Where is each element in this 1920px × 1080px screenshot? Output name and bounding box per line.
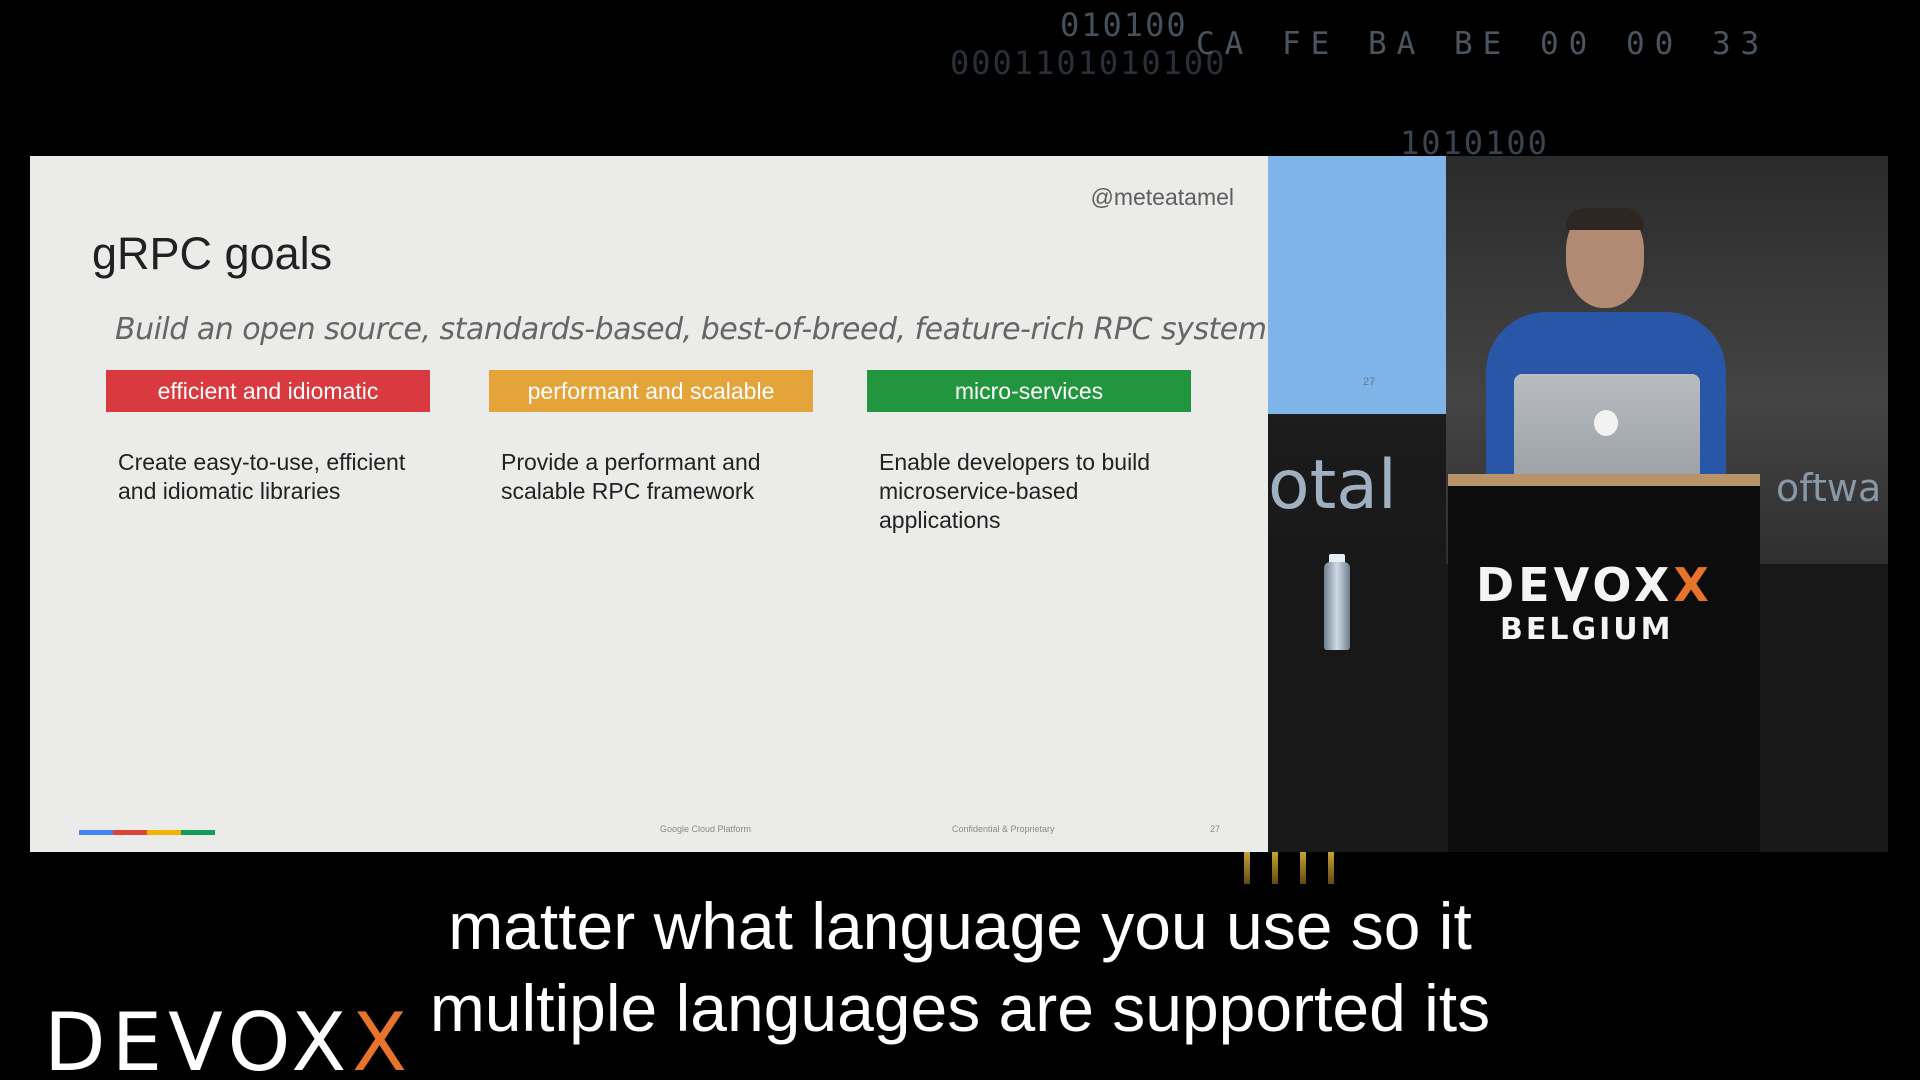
goal-label-microservices: micro-services bbox=[867, 370, 1191, 412]
laptop bbox=[1514, 374, 1700, 474]
slide-twitter-handle: @meteatamel bbox=[1090, 184, 1234, 210]
podium-devoxx-logo: DEVOXX bbox=[1476, 558, 1732, 612]
podium: DEVOXX BELGIUM bbox=[1448, 474, 1760, 852]
slide-footer-confidential: Confidential & Proprietary bbox=[952, 824, 1055, 834]
speaker-camera-view: 27 otal oftwa DEVOXX BELGIUM bbox=[1268, 156, 1888, 852]
slide-title: gRPC goals bbox=[92, 228, 333, 279]
background-code-line: 010100 bbox=[1060, 6, 1188, 44]
podium-logo-accent: X bbox=[1673, 558, 1713, 612]
goal-description-efficient: Create easy-to-use, efficient and idioma… bbox=[118, 449, 406, 504]
backdrop-sponsor-text: otal bbox=[1268, 446, 1397, 525]
light-bar bbox=[1300, 852, 1306, 884]
watermark-text: DEVOX bbox=[44, 996, 353, 1080]
podium-logo-text: DEVOX bbox=[1476, 558, 1674, 612]
watermark-accent: X bbox=[352, 996, 413, 1080]
background-code-line: 0001101010100 bbox=[950, 44, 1227, 82]
water-bottle bbox=[1324, 562, 1350, 650]
projection-page-number: 27 bbox=[1363, 376, 1376, 388]
slide-footer-brand: Google Cloud Platform bbox=[660, 824, 752, 834]
caption-line-1: matter what language you use so it bbox=[448, 889, 1472, 963]
color-bar-segment bbox=[181, 830, 215, 835]
light-bar bbox=[1244, 852, 1250, 884]
backdrop-sponsor-text: oftwa bbox=[1776, 466, 1882, 510]
slide-subtitle: Build an open source, standards-based, b… bbox=[115, 312, 1267, 347]
goal-description-performant: Provide a performant and scalable RPC fr… bbox=[501, 449, 761, 504]
goal-description-microservices: Enable developers to build microservice-… bbox=[879, 449, 1151, 533]
devoxx-watermark-logo: DEVOXX bbox=[44, 996, 413, 1080]
color-bar-segment bbox=[79, 830, 113, 835]
color-bar-segment bbox=[113, 830, 147, 835]
background-code-line: CA FE BA BE 00 00 33 bbox=[1196, 26, 1770, 62]
presentation-slide: @meteatamel gRPC goals Build an open sou… bbox=[30, 156, 1268, 852]
goal-label-efficient: efficient and idiomatic bbox=[106, 370, 430, 412]
light-bar bbox=[1272, 852, 1278, 884]
podium-top bbox=[1448, 474, 1760, 486]
speaker-hair bbox=[1566, 208, 1644, 230]
stage-lights bbox=[1244, 852, 1374, 884]
google-color-bar bbox=[79, 830, 215, 835]
light-bar bbox=[1328, 852, 1334, 884]
projection-screen: 27 bbox=[1268, 156, 1446, 414]
slide-page-number: 27 bbox=[1210, 824, 1221, 834]
color-bar-segment bbox=[147, 830, 181, 835]
apple-logo-icon bbox=[1594, 410, 1618, 436]
goal-label-performant: performant and scalable bbox=[489, 370, 813, 412]
podium-belgium-text: BELGIUM bbox=[1500, 612, 1674, 647]
